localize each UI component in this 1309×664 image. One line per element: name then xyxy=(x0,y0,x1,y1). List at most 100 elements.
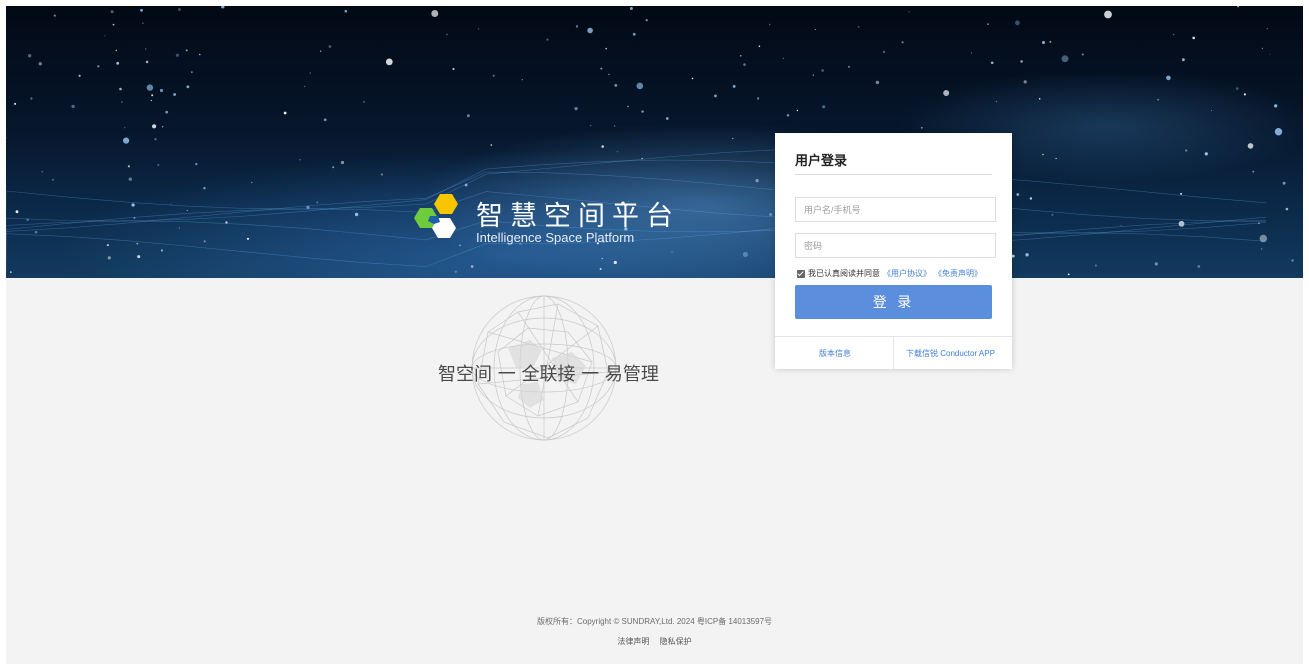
star xyxy=(175,53,179,57)
star xyxy=(641,110,644,113)
star xyxy=(1042,153,1044,156)
star xyxy=(186,85,190,89)
star xyxy=(782,57,784,60)
star xyxy=(30,97,33,100)
login-button[interactable]: 登 录 xyxy=(795,285,992,319)
star xyxy=(732,137,734,140)
star xyxy=(857,26,860,28)
star xyxy=(124,127,126,129)
username-input[interactable] xyxy=(795,197,996,222)
star xyxy=(110,10,114,14)
star xyxy=(154,138,157,141)
checkbox-checked-icon[interactable] xyxy=(797,269,805,278)
star xyxy=(1023,80,1027,84)
star xyxy=(340,160,345,165)
star xyxy=(1261,248,1263,250)
star xyxy=(1197,265,1201,268)
star xyxy=(119,87,122,91)
star xyxy=(613,125,616,127)
star xyxy=(812,74,814,76)
star xyxy=(546,38,549,41)
login-card: 用户登录 我已认真阅读并同意 《用户协议》 《免责声明》 登 录 版本信息 下载… xyxy=(775,133,1012,369)
download-app-link[interactable]: 下载信锐 Conductor APP xyxy=(906,348,995,359)
star xyxy=(323,118,327,122)
star xyxy=(1166,75,1171,81)
star xyxy=(589,124,592,127)
star xyxy=(608,73,610,76)
star xyxy=(521,79,523,81)
star xyxy=(1252,170,1255,173)
star xyxy=(601,257,603,260)
star xyxy=(1185,149,1188,152)
star xyxy=(128,177,132,181)
star xyxy=(614,84,618,87)
star xyxy=(431,10,439,17)
brand-hexagon-logo xyxy=(414,194,458,238)
star xyxy=(1291,259,1294,262)
star xyxy=(1266,28,1268,30)
star xyxy=(452,67,455,71)
brand-title: 智慧空间平台 xyxy=(476,201,680,232)
user-agreement-link[interactable]: 《用户协议》 xyxy=(883,268,931,279)
star xyxy=(309,72,312,74)
disclaimer-link[interactable]: 《免责声明》 xyxy=(934,268,982,279)
star xyxy=(146,84,154,91)
star xyxy=(990,61,994,65)
star xyxy=(943,90,950,96)
star xyxy=(636,82,644,90)
star xyxy=(671,251,673,253)
slogan: 智空间 一 全联接 一 易管理 xyxy=(438,364,659,385)
star xyxy=(665,117,669,120)
star xyxy=(1261,47,1264,50)
copyright: 版权所有：Copyright © SUNDRAY,Ltd. 2024 粤ICP备… xyxy=(536,617,773,626)
login-title: 用户登录 xyxy=(795,153,848,168)
star xyxy=(1020,60,1023,63)
version-info-link[interactable]: 版本信息 xyxy=(819,348,851,359)
star xyxy=(15,210,19,214)
star xyxy=(1204,152,1208,156)
star xyxy=(52,179,54,181)
star xyxy=(796,109,799,112)
star xyxy=(459,244,461,247)
star xyxy=(1029,197,1033,200)
star xyxy=(170,203,172,205)
star xyxy=(1274,128,1283,136)
star xyxy=(137,255,141,259)
star xyxy=(882,50,886,54)
star xyxy=(1120,224,1122,226)
star xyxy=(150,99,152,102)
star xyxy=(1192,36,1195,40)
star xyxy=(632,32,636,36)
star xyxy=(27,54,32,58)
star xyxy=(1051,213,1054,216)
brand-subtitle: Intelligence Space Platform xyxy=(476,230,635,245)
star xyxy=(490,144,493,146)
legal-notice-link[interactable]: 法律声明 xyxy=(617,637,649,646)
star xyxy=(769,213,773,216)
star xyxy=(601,145,604,148)
star xyxy=(123,137,130,144)
star xyxy=(251,181,253,184)
privacy-link[interactable]: 隐私保护 xyxy=(660,637,692,646)
star xyxy=(1247,143,1254,149)
star xyxy=(613,260,617,265)
star xyxy=(344,9,348,13)
star xyxy=(283,111,287,115)
star xyxy=(363,101,365,103)
star xyxy=(786,114,790,117)
star xyxy=(755,179,759,183)
star xyxy=(875,80,880,85)
password-input[interactable] xyxy=(795,233,996,258)
star xyxy=(995,100,998,103)
footer-links: 法律声明 隐私保护 xyxy=(6,636,1303,647)
star xyxy=(203,240,206,243)
star xyxy=(332,166,335,169)
star xyxy=(1025,253,1029,257)
star xyxy=(629,7,633,10)
star xyxy=(1042,41,1045,44)
star xyxy=(446,33,448,36)
star xyxy=(1178,220,1185,227)
star xyxy=(574,107,578,111)
star xyxy=(478,28,480,30)
star xyxy=(756,97,760,100)
